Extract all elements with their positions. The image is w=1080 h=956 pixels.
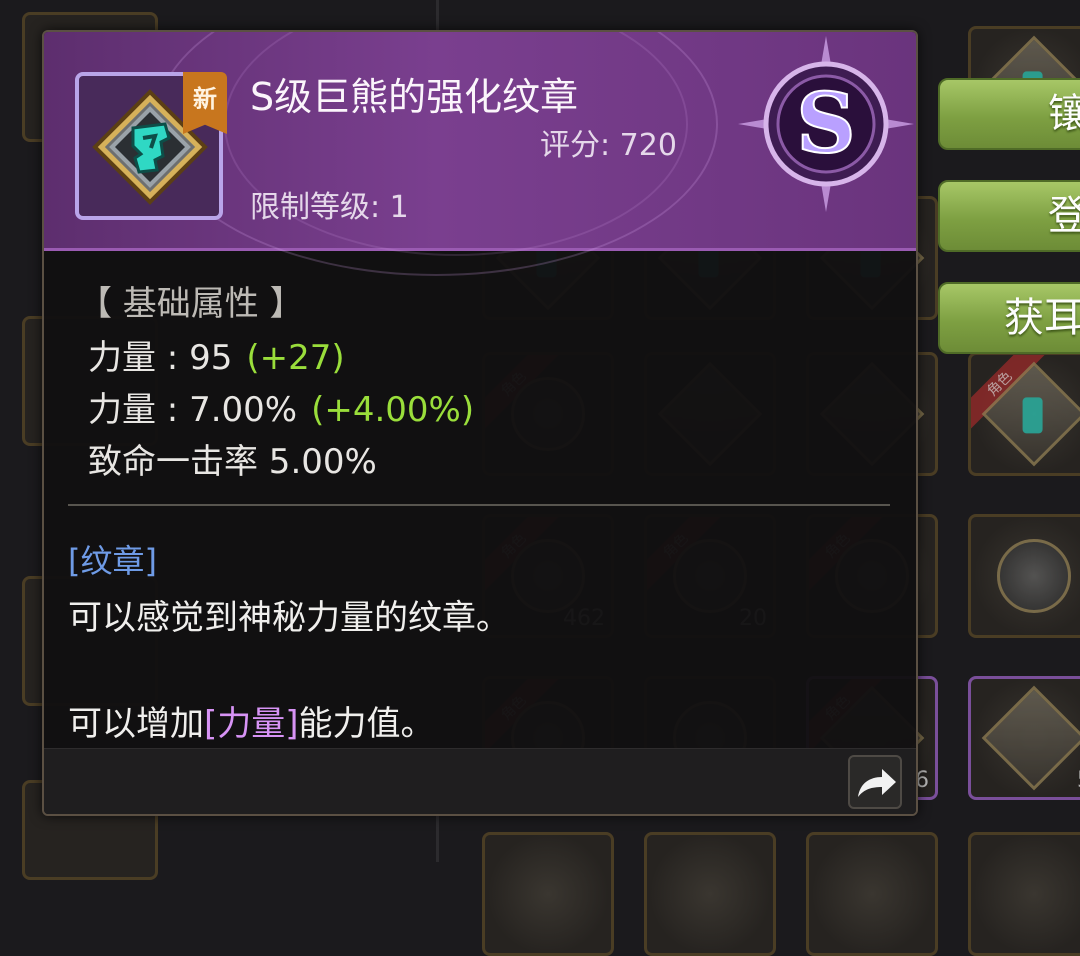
description-line: 可以感觉到神秘力量的纹章。 (68, 598, 510, 638)
stat-label: 力量 : 95 (88, 338, 233, 378)
inventory-slot[interactable]: 5 (968, 676, 1080, 800)
item-icon-frame[interactable]: 新 (75, 72, 227, 220)
item-tooltip: 新 S级巨熊的强化纹章 评分: 720 限制等级: 1 S 【 基础属性 】 力… (42, 30, 918, 816)
description-text: 能力值。 (298, 704, 435, 744)
orb-icon (997, 539, 1071, 613)
stat-bonus: (+4.00%) (311, 390, 475, 430)
inventory-slot[interactable] (968, 514, 1080, 638)
share-arrow-icon (858, 769, 896, 797)
level-requirement: 限制等级: 1 (250, 190, 409, 225)
inlay-button[interactable]: 镶 (938, 78, 1080, 150)
inventory-slot[interactable] (482, 832, 614, 956)
stat-label: 致命一击率 5.00% (88, 442, 377, 482)
obtain-button[interactable]: 获耳 (938, 282, 1080, 354)
register-button[interactable]: 登 (938, 180, 1080, 252)
item-score: 评分: 720 (540, 128, 677, 163)
base-stats-title: 【 基础属性 】 (78, 284, 304, 324)
stat-row: 力量 : 7.00% (+4.00%) (88, 382, 474, 431)
inventory-slot[interactable] (644, 832, 776, 956)
inventory-slot[interactable]: 角色 (968, 352, 1080, 476)
description-text: 可以增加 (68, 704, 204, 744)
item-category-tag: [纹章] (68, 542, 157, 580)
inventory-slot[interactable] (806, 832, 938, 956)
item-name: S级巨熊的强化纹章 (250, 75, 579, 119)
grade-s-icon: S (738, 36, 914, 212)
tooltip-header: 新 S级巨熊的强化纹章 评分: 720 限制等级: 1 S (44, 32, 916, 276)
section-divider (68, 504, 890, 506)
tooltip-footer (44, 748, 916, 814)
gem-icon (981, 685, 1080, 791)
stat-row: 力量 : 95 (+27) (88, 330, 345, 379)
stat-bonus: (+27) (246, 338, 345, 378)
share-button[interactable] (848, 755, 902, 809)
stat-label: 力量 : 7.00% (88, 390, 298, 430)
description-line: 可以增加[力量]能力值。 (68, 696, 435, 745)
stat-row: 致命一击率 5.00% (88, 434, 377, 483)
inventory-slot[interactable] (968, 832, 1080, 956)
new-badge: 新 (183, 72, 227, 134)
stat-highlight: [力量] (204, 704, 299, 744)
grade-letter: S (796, 76, 855, 172)
